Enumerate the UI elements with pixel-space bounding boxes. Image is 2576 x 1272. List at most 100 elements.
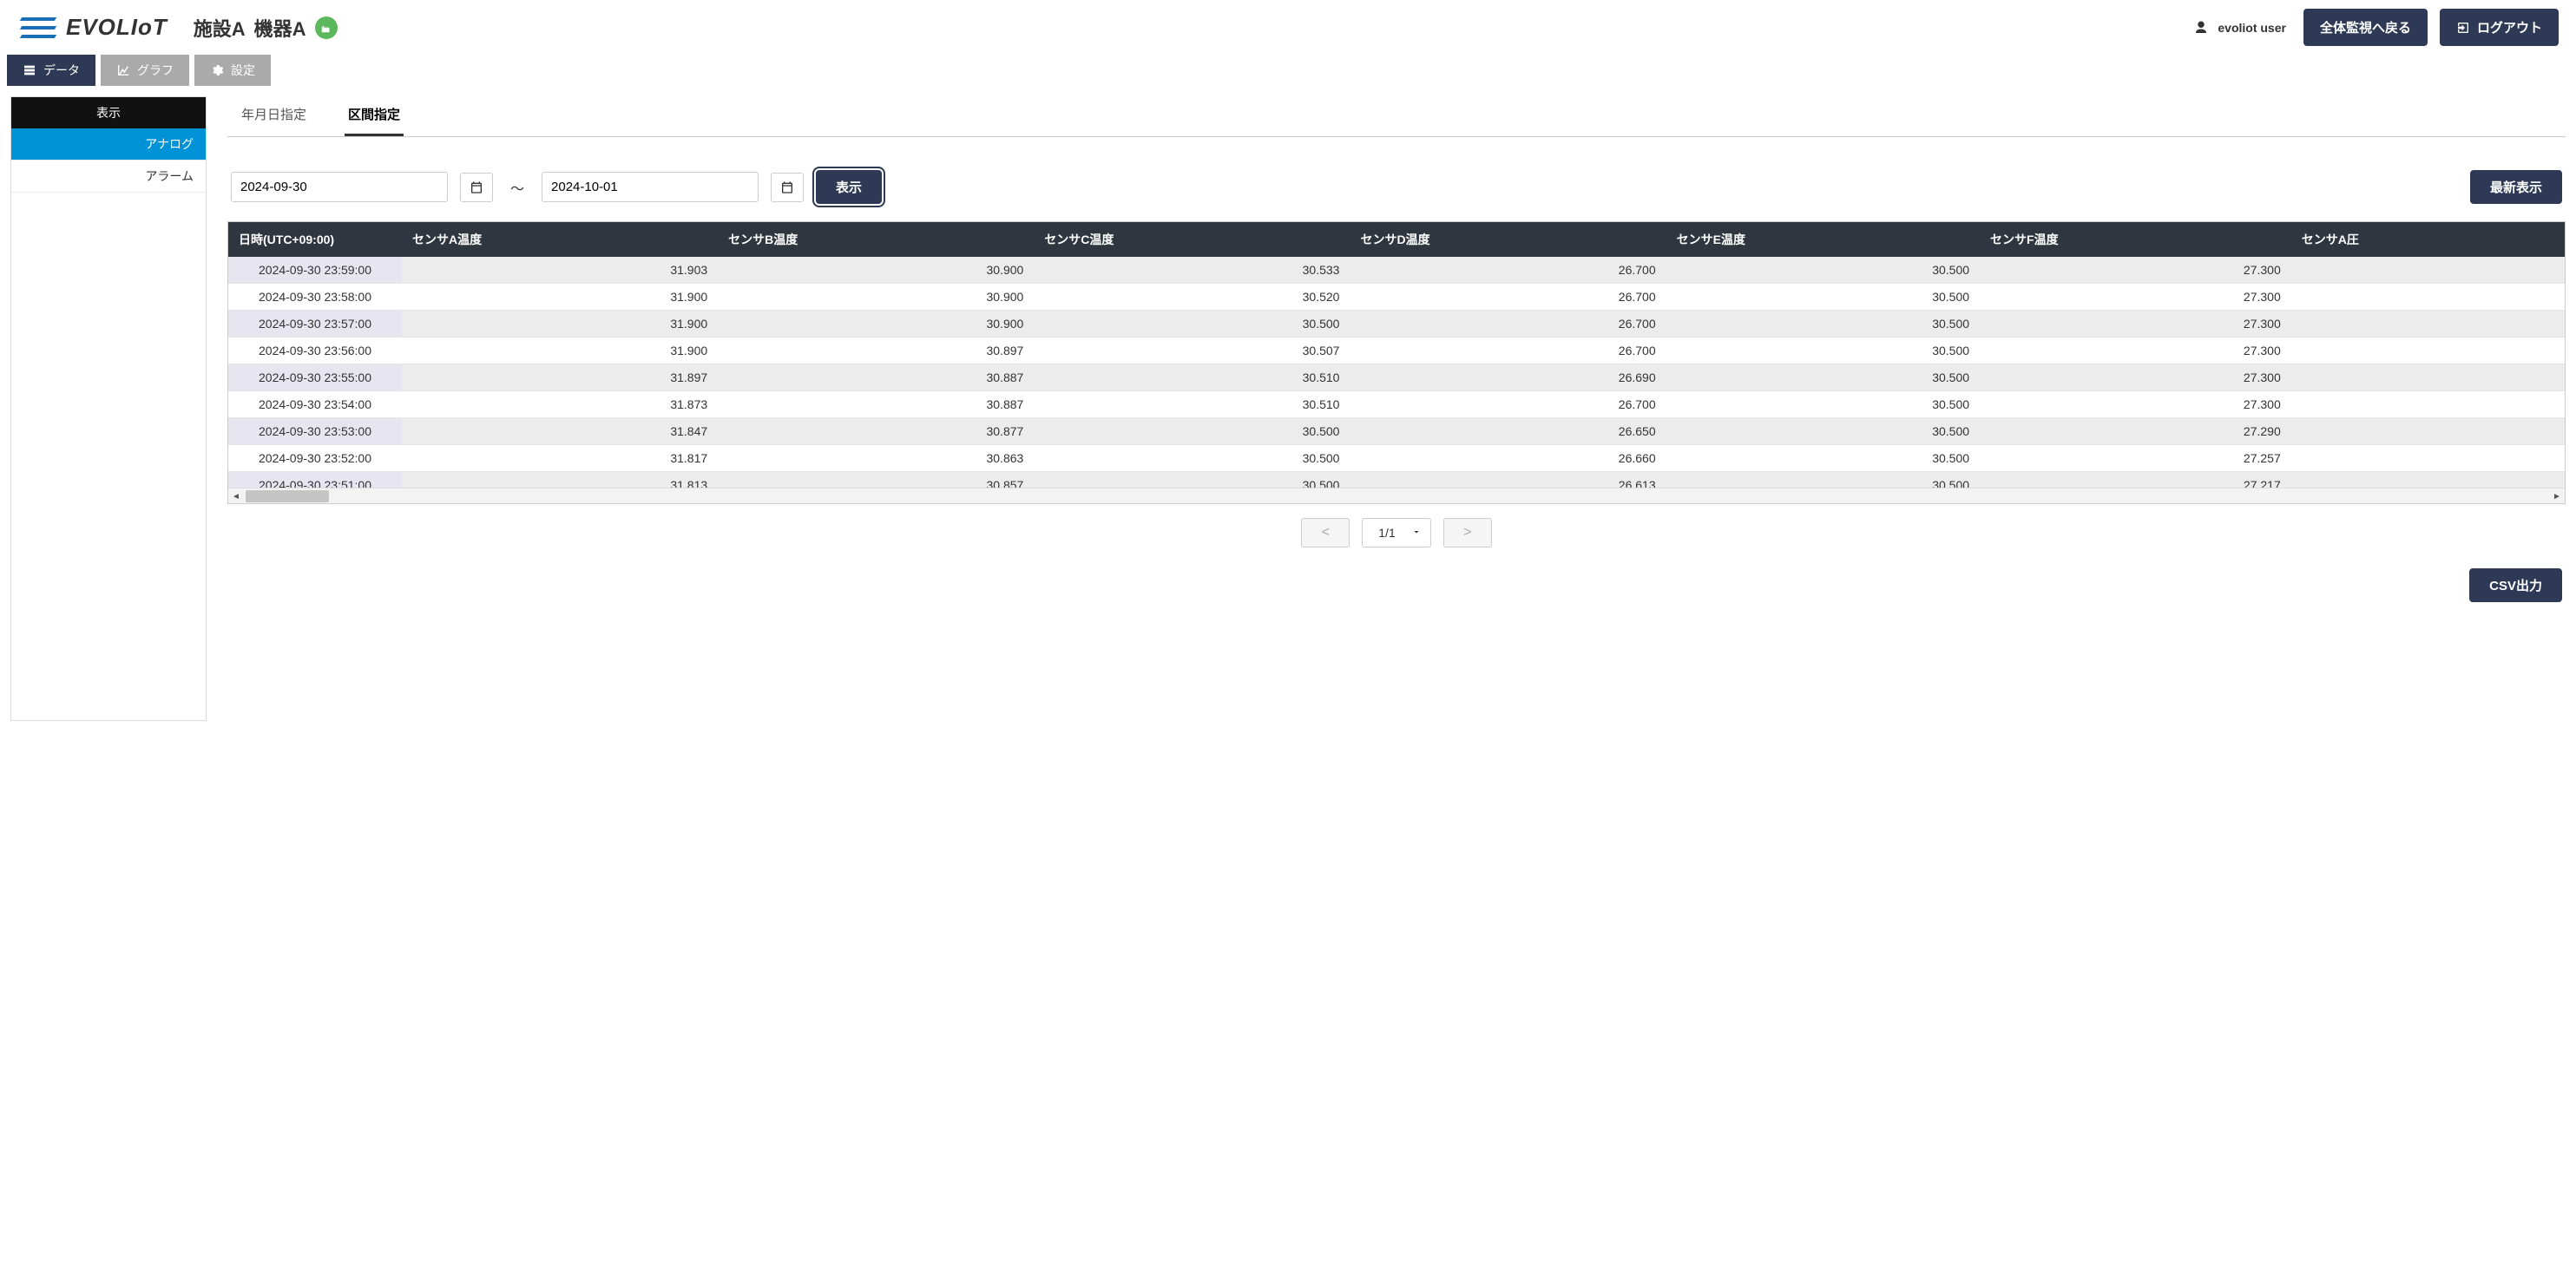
sidebar: 表示 アナログ アラーム [10, 96, 207, 721]
table-cell: 30.510 [1034, 364, 1350, 391]
date-to-input[interactable] [542, 172, 759, 202]
table-cell: 30.897 [718, 338, 1034, 364]
table-cell: 26.613 [1350, 472, 1666, 488]
calendar-from-button[interactable] [460, 173, 493, 202]
data-table: 日時(UTC+09:00)センサA温度センサB温度センサC温度センサD温度センサ… [228, 222, 2565, 488]
filter-row: ～ 表示 最新表示 [227, 137, 2566, 221]
show-label: 表示 [836, 178, 862, 196]
page-select[interactable]: 1/1 [1362, 518, 1430, 547]
csv-export-button[interactable]: CSV出力 [2469, 568, 2562, 602]
main-panel: 年月日指定 区間指定 ～ 表示 最新表示 [207, 96, 2566, 602]
table-row: 2024-09-30 23:51:0031.81330.85730.50026.… [228, 472, 2565, 488]
subtab-date[interactable]: 年月日指定 [238, 96, 310, 136]
table-cell: 31.900 [402, 338, 718, 364]
table-cell [2291, 445, 2565, 472]
table-cell: 31.897 [402, 364, 718, 391]
table-cell: 31.900 [402, 311, 718, 338]
table-cell: 30.863 [718, 445, 1034, 472]
user-name: evoliot user [2218, 21, 2286, 35]
calendar-icon [780, 180, 794, 194]
table-cell: 30.507 [1034, 338, 1350, 364]
chevron-right-icon: > [1463, 525, 1471, 541]
table-cell: 2024-09-30 23:59:00 [228, 257, 402, 284]
back-to-overview-button[interactable]: 全体監視へ戻る [2303, 9, 2428, 46]
main-tabs: データ グラフ 設定 [0, 55, 2576, 86]
gear-icon [210, 63, 224, 77]
data-table-scroll[interactable]: 日時(UTC+09:00)センサA温度センサB温度センサC温度センサD温度センサ… [228, 222, 2565, 488]
table-cell: 2024-09-30 23:56:00 [228, 338, 402, 364]
table-cell [2291, 364, 2565, 391]
calendar-to-button[interactable] [771, 173, 804, 202]
tab-settings[interactable]: 設定 [194, 55, 271, 86]
table-row: 2024-09-30 23:53:0031.84730.87730.50026.… [228, 418, 2565, 445]
latest-button[interactable]: 最新表示 [2470, 170, 2562, 204]
table-row: 2024-09-30 23:52:0031.81730.86330.50026.… [228, 445, 2565, 472]
tab-settings-label: 設定 [231, 62, 255, 79]
table-cell: 30.887 [718, 364, 1034, 391]
scroll-right-arrow-icon[interactable]: ► [2549, 488, 2565, 504]
table-cell: 2024-09-30 23:57:00 [228, 311, 402, 338]
logo-text: EVOLIoT [66, 14, 168, 41]
range-separator: ～ [505, 177, 529, 198]
table-cell: 27.300 [1980, 311, 2291, 338]
col-header: 日時(UTC+09:00) [228, 222, 402, 257]
table-row: 2024-09-30 23:58:0031.90030.90030.52026.… [228, 284, 2565, 311]
sidebar-item-analog[interactable]: アナログ [11, 128, 206, 161]
table-cell: 27.257 [1980, 445, 2291, 472]
col-header: センサF温度 [1980, 222, 2291, 257]
table-cell: 26.700 [1350, 257, 1666, 284]
logout-label: ログアウト [2477, 18, 2542, 36]
date-from-input[interactable] [231, 172, 448, 202]
sidebar-title: 表示 [11, 97, 206, 128]
calendar-icon [470, 180, 483, 194]
factory-icon [315, 16, 338, 39]
table-cell [2291, 418, 2565, 445]
table-cell: 30.887 [718, 391, 1034, 418]
table-cell: 31.900 [402, 284, 718, 311]
table-cell: 27.290 [1980, 418, 2291, 445]
table-cell: 30.500 [1666, 338, 1980, 364]
table-cell: 26.690 [1350, 364, 1666, 391]
logout-icon [2456, 21, 2470, 35]
footer-row: CSV出力 [227, 553, 2566, 602]
table-cell: 30.510 [1034, 391, 1350, 418]
col-header: センサB温度 [718, 222, 1034, 257]
sub-tabs: 年月日指定 区間指定 [227, 96, 2566, 137]
horizontal-scrollbar[interactable]: ◄ ► [228, 488, 2565, 503]
table-cell: 30.877 [718, 418, 1034, 445]
table-cell: 2024-09-30 23:54:00 [228, 391, 402, 418]
tab-graph[interactable]: グラフ [101, 55, 189, 86]
table-cell: 30.500 [1666, 445, 1980, 472]
table-cell: 30.500 [1034, 311, 1350, 338]
back-label: 全体監視へ戻る [2320, 18, 2411, 36]
top-bar: EVOLIoT 施設A 機器A evoliot user 全体監視へ戻る ログア… [0, 0, 2576, 55]
table-cell: 27.300 [1980, 338, 2291, 364]
table-cell: 26.700 [1350, 311, 1666, 338]
table-cell: 30.500 [1666, 311, 1980, 338]
chevron-left-icon: < [1322, 525, 1330, 541]
page-next-button[interactable]: > [1443, 518, 1492, 547]
scroll-left-arrow-icon[interactable]: ◄ [228, 488, 244, 504]
table-cell: 2024-09-30 23:52:00 [228, 445, 402, 472]
page-current: 1/1 [1378, 526, 1395, 540]
table-cell: 2024-09-30 23:55:00 [228, 364, 402, 391]
sidebar-item-alarm[interactable]: アラーム [11, 161, 206, 193]
subtab-range[interactable]: 区間指定 [345, 96, 404, 136]
col-header: センサC温度 [1034, 222, 1350, 257]
tab-data-label: データ [43, 62, 80, 79]
logo-mark-icon [17, 14, 59, 42]
logout-button[interactable]: ログアウト [2440, 9, 2559, 46]
logo: EVOLIoT [17, 14, 168, 42]
page-prev-button[interactable]: < [1301, 518, 1350, 547]
table-row: 2024-09-30 23:54:0031.87330.88730.51026.… [228, 391, 2565, 418]
scroll-thumb[interactable] [246, 490, 329, 502]
table-cell: 30.857 [718, 472, 1034, 488]
show-button[interactable]: 表示 [816, 170, 882, 204]
tab-data[interactable]: データ [7, 55, 95, 86]
col-header: センサA圧 [2291, 222, 2565, 257]
table-cell: 30.900 [718, 284, 1034, 311]
table-cell: 30.500 [1034, 418, 1350, 445]
col-header: センサA温度 [402, 222, 718, 257]
table-cell [2291, 391, 2565, 418]
table-cell [2291, 311, 2565, 338]
